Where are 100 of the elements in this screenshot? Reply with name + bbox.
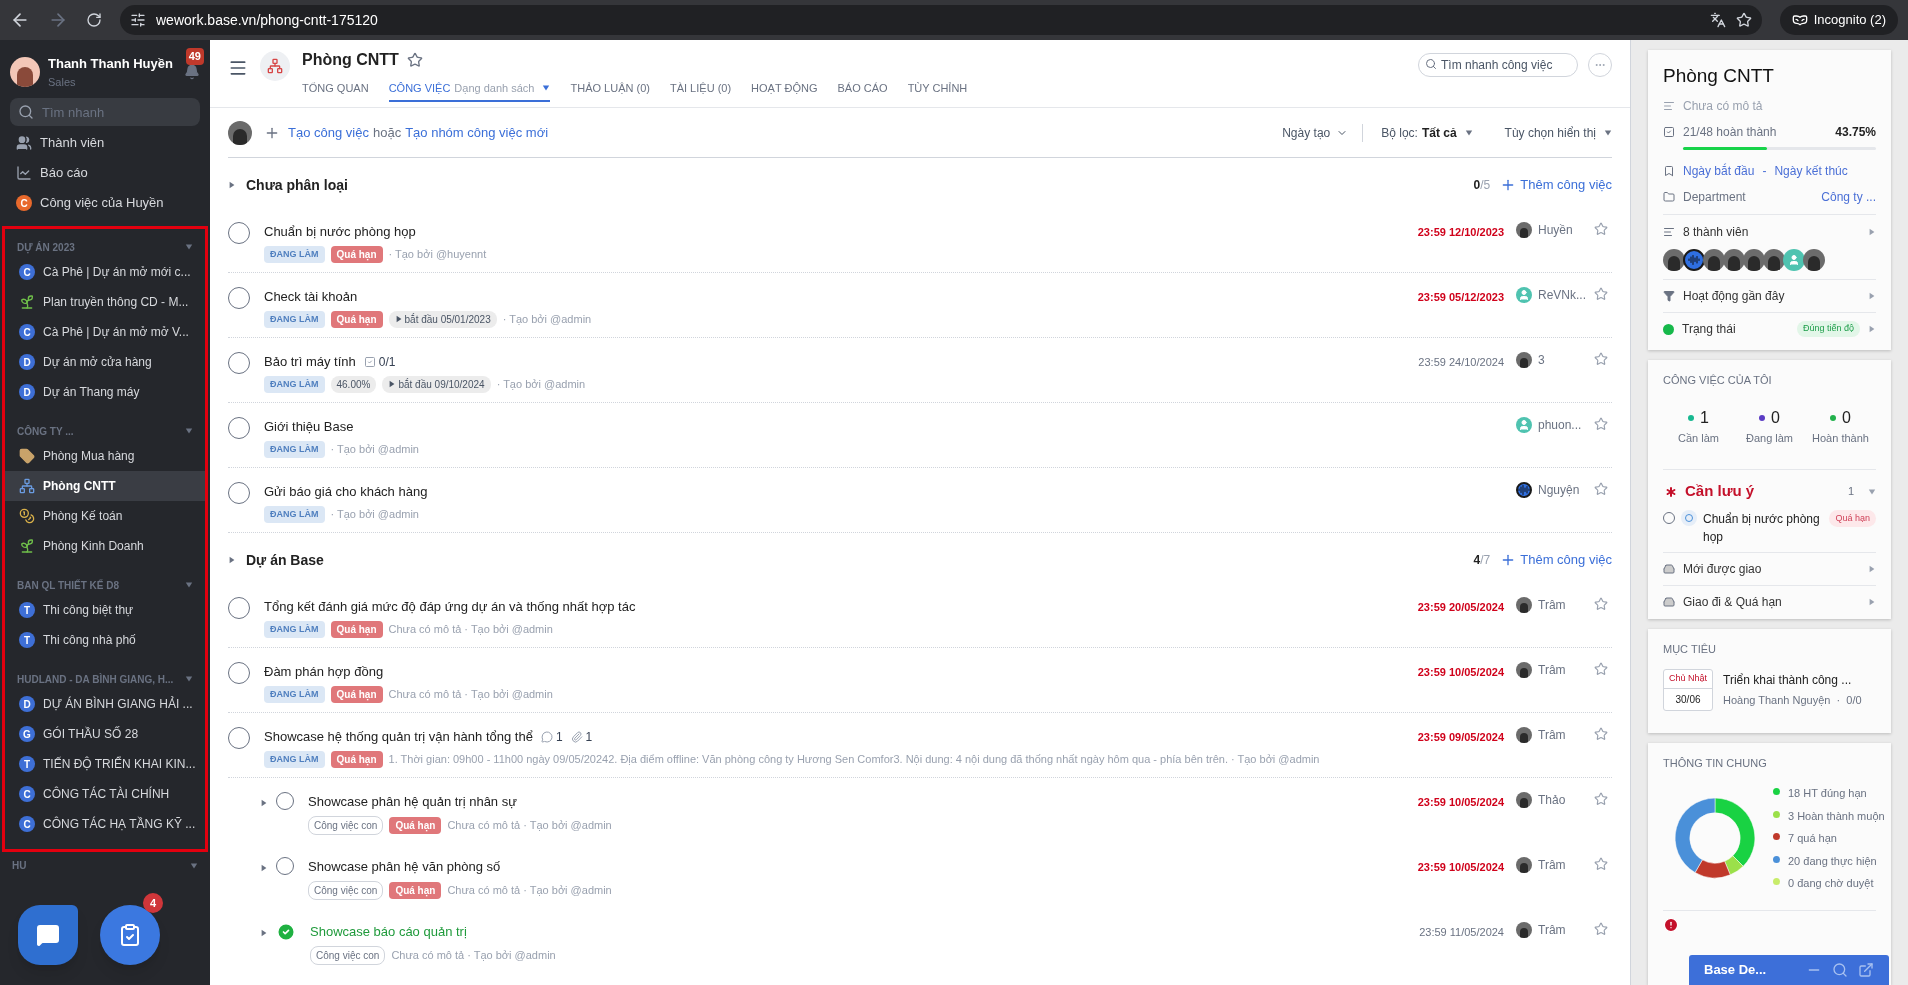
task-title[interactable]: Gửi báo giá cho khách hàng bbox=[264, 482, 428, 502]
recent-activity-link[interactable]: Hoạt động gần đây bbox=[1683, 286, 1785, 305]
star-icon[interactable] bbox=[1594, 597, 1608, 611]
project-item[interactable]: T Thi công biệt thự bbox=[5, 595, 205, 625]
add-task-button[interactable]: Thêm công việc bbox=[1500, 175, 1612, 195]
task-filter-link[interactable]: Giao đi & Quá hạn bbox=[1683, 593, 1782, 611]
section-title[interactable]: Chưa phân loại bbox=[246, 174, 348, 196]
project-item[interactable]: Plan truyền thông CD - M... bbox=[5, 287, 205, 317]
task-filter-link[interactable]: Mới được giao bbox=[1683, 559, 1762, 578]
open-external-icon[interactable] bbox=[1858, 962, 1874, 978]
task-title[interactable]: Đàm phán hợp đồng bbox=[264, 662, 384, 682]
star-icon[interactable] bbox=[1594, 287, 1608, 301]
star-icon[interactable] bbox=[1594, 922, 1608, 936]
translate-icon[interactable] bbox=[1709, 12, 1726, 28]
tab[interactable]: HOẠT ĐỘNG bbox=[751, 76, 818, 102]
task-title[interactable]: Check tài khoản bbox=[264, 287, 358, 307]
search-field[interactable]: Tìm nhanh bbox=[10, 98, 200, 126]
star-icon[interactable] bbox=[1594, 482, 1608, 496]
star-icon[interactable] bbox=[1594, 417, 1608, 431]
project-item[interactable]: Phòng Kinh Doanh bbox=[5, 531, 205, 561]
goal-title[interactable]: Triển khai thành công ... bbox=[1723, 671, 1862, 689]
display-options-dropdown[interactable]: Tùy chọn hiển thị bbox=[1490, 123, 1612, 142]
task-title[interactable]: Giới thiệu Base bbox=[264, 417, 354, 437]
task-title[interactable]: Showcase hệ thống quản trị vận hành tổng thể bbox=[264, 727, 533, 747]
tab[interactable]: THẢO LUẬN (0) bbox=[570, 76, 650, 102]
star-icon[interactable] bbox=[406, 52, 423, 68]
chat-button[interactable] bbox=[18, 905, 78, 965]
progress-tag: 46.00% bbox=[330, 375, 377, 393]
caret-icon bbox=[1464, 128, 1473, 137]
project-item[interactable]: G GÓI THẦU SỐ 28 bbox=[5, 719, 205, 749]
star-icon[interactable] bbox=[1594, 222, 1608, 236]
tab[interactable]: BÁO CÁO bbox=[837, 76, 888, 102]
tab[interactable]: TỔNG QUAN bbox=[302, 76, 369, 102]
address-bar[interactable]: wework.base.vn/phong-cntt-175120 bbox=[120, 5, 1762, 35]
end-date-link[interactable]: Ngày kết thúc bbox=[1774, 161, 1848, 180]
task-title[interactable]: Tổng kết đánh giá mức độ đáp ứng dự án và thống nhất hợp tác bbox=[264, 597, 636, 617]
project-item[interactable]: C Cà Phê | Dự án mở mới c... bbox=[5, 257, 205, 287]
task-title[interactable]: Chuẩn bị nước phòng họp bbox=[264, 222, 416, 242]
start-date-link[interactable]: Ngày bắt đầu bbox=[1683, 161, 1755, 180]
overdue-tag: Quá hạn bbox=[389, 881, 442, 899]
star-icon[interactable] bbox=[1594, 792, 1608, 806]
section-title[interactable]: Dự án Base bbox=[246, 549, 324, 571]
tasks-button[interactable] bbox=[100, 905, 160, 965]
tab[interactable]: TÀI LIỆU (0) bbox=[669, 76, 732, 102]
project-item[interactable]: Phòng CNTT bbox=[5, 471, 205, 501]
nav-item[interactable]: Thành viên bbox=[0, 128, 210, 158]
project-item[interactable]: C CÔNG TÁC HẠ TẦNG KỸ ... bbox=[5, 809, 205, 839]
project-item[interactable]: Phòng Kế toán bbox=[5, 501, 205, 531]
search-icon[interactable] bbox=[1832, 962, 1848, 978]
add-task-button[interactable]: Thêm công việc bbox=[1500, 550, 1612, 570]
sort-dropdown[interactable]: Ngày tạo bbox=[1282, 123, 1364, 142]
overdue-tag: Quá hạn bbox=[330, 620, 383, 638]
task-meta: 1. Thời gian: 09h00 - 11h00 ngày 09/05/20242. Địa điểm offline: Văn phòng công ty Hương Sen Comfor3. Nội dung: 4 nội dung đã thống nhất ngày hôm qua - phía bên trên. · Tạo bởi @admin bbox=[388, 752, 1320, 767]
create-group-link[interactable]: Tạo nhóm công việc mới bbox=[405, 122, 549, 143]
progress-percent: 43.75% bbox=[1835, 123, 1876, 141]
nav-item[interactable]: C Công việc của Huyền bbox=[0, 188, 210, 218]
chat-bar[interactable]: Base De... bbox=[1689, 955, 1889, 985]
start-date-tag: bắt đầu 05/01/2023 bbox=[388, 310, 497, 328]
attention-task[interactable]: Chuẩn bị nước phòng họp bbox=[1703, 509, 1823, 546]
nav-item[interactable]: Báo cáo bbox=[0, 158, 210, 188]
members-count[interactable]: 8 thành viên bbox=[1683, 222, 1749, 241]
department-link[interactable]: Công ty ... bbox=[1821, 187, 1876, 206]
user-avatar[interactable] bbox=[10, 57, 40, 87]
overdue-tag: Quá hạn bbox=[1829, 509, 1876, 527]
star-icon[interactable] bbox=[1594, 857, 1608, 871]
project-item[interactable]: D DỰ ÁN BÌNH GIANG HẢI ... bbox=[5, 689, 205, 719]
project-item[interactable]: C CÔNG TÁC TÀI CHÍNH bbox=[5, 779, 205, 809]
task-title[interactable]: Showcase phân hệ quản trị nhân sự bbox=[308, 792, 517, 812]
status-tag: ĐANG LÀM bbox=[264, 685, 325, 703]
done-check-icon[interactable] bbox=[276, 922, 296, 942]
star-icon[interactable] bbox=[1594, 662, 1608, 676]
sprout-icon bbox=[19, 538, 35, 554]
project-item[interactable]: D Dự án Thang máy bbox=[5, 377, 205, 407]
user-name: Thanh Thanh Huyền bbox=[48, 55, 173, 73]
stat-label: Cần làm bbox=[1678, 431, 1719, 446]
create-task-link[interactable]: Tạo công việc bbox=[288, 122, 369, 143]
task-title[interactable]: Bảo trì máy tính bbox=[264, 352, 356, 372]
project-item[interactable]: C Cà Phê | Dự án mở mở V... bbox=[5, 317, 205, 347]
tab[interactable]: TÙY CHỈNH bbox=[907, 76, 968, 102]
bookmark-star-icon[interactable] bbox=[1735, 12, 1752, 28]
project-item[interactable]: D Dự án mở cửa hàng bbox=[5, 347, 205, 377]
task-title[interactable]: Showcase báo cáo quản trị bbox=[310, 922, 467, 942]
project-item[interactable]: T TIẾN ĐỘ TRIỂN KHAI KIN... bbox=[5, 749, 205, 779]
users-icon bbox=[16, 135, 32, 151]
star-icon[interactable] bbox=[1594, 352, 1608, 366]
avatar bbox=[1516, 922, 1532, 938]
task-search-field[interactable]: Tìm nhanh công việc bbox=[1418, 53, 1578, 77]
description-icon bbox=[1663, 99, 1675, 112]
star-icon[interactable] bbox=[1594, 727, 1608, 741]
project-item[interactable]: Phòng Mua hàng bbox=[5, 441, 205, 471]
status-tag: ĐANG LÀM bbox=[264, 375, 325, 393]
reload-icon[interactable] bbox=[86, 12, 102, 28]
project-item[interactable]: T Thi công nhà phố bbox=[5, 625, 205, 655]
menu-icon[interactable] bbox=[228, 58, 248, 78]
notification-icon[interactable] bbox=[184, 64, 200, 80]
status-tag: ĐANG LÀM bbox=[264, 245, 325, 263]
filter-dropdown[interactable]: Bộ lọc: Tất cả bbox=[1363, 123, 1491, 142]
incognito-chip[interactable]: Incognito (2) bbox=[1779, 5, 1898, 35]
task-title[interactable]: Showcase phân hệ văn phòng số bbox=[308, 857, 501, 877]
tab[interactable]: CÔNG VIỆC Dạng danh sách bbox=[388, 76, 551, 102]
